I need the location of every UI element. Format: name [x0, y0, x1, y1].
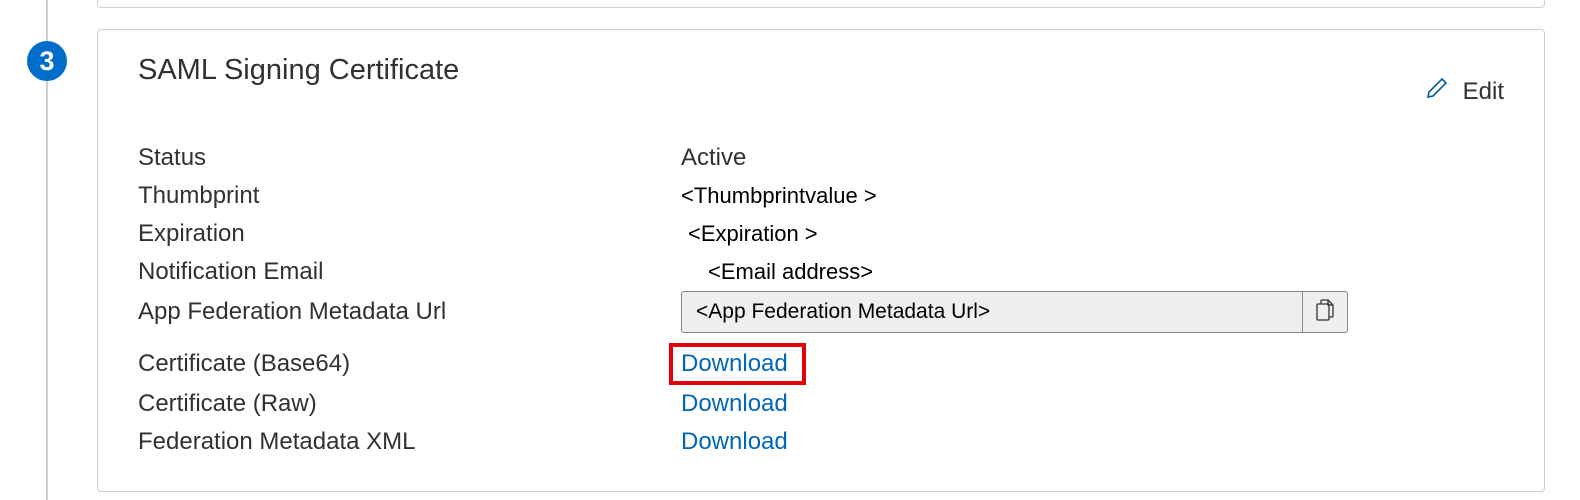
label-metadata-url: App Federation Metadata Url [138, 298, 681, 326]
label-fed-metadata-xml: Federation Metadata XML [138, 428, 681, 456]
metadata-url-input-group: <App Federation Metadata Url> [681, 291, 1348, 333]
copy-button[interactable] [1302, 291, 1348, 333]
metadata-url-input[interactable]: <App Federation Metadata Url> [681, 291, 1302, 333]
download-cert-raw-link[interactable]: Download [681, 390, 788, 418]
value-notification-email: <Email address> [681, 259, 873, 285]
download-cert-base64-link[interactable]: Download [681, 350, 788, 377]
label-expiration: Expiration [138, 220, 681, 248]
value-expiration: <Expiration > [681, 221, 818, 247]
previous-card-bottom [97, 0, 1545, 8]
row-metadata-url: App Federation Metadata Url <App Federat… [138, 291, 1504, 333]
row-fed-metadata-xml: Federation Metadata XML Download [138, 423, 1504, 461]
label-status: Status [138, 144, 681, 172]
value-status: Active [681, 144, 746, 172]
edit-label: Edit [1463, 78, 1504, 106]
fields-list: Status Active Thumbprint <Thumbprintvalu… [138, 139, 1504, 461]
row-expiration: Expiration <Expiration > [138, 215, 1504, 253]
edit-button[interactable]: Edit [1425, 76, 1504, 107]
row-thumbprint: Thumbprint <Thumbprintvalue > [138, 177, 1504, 215]
row-status: Status Active [138, 139, 1504, 177]
value-thumbprint: <Thumbprintvalue > [681, 183, 877, 209]
label-thumbprint: Thumbprint [138, 182, 681, 210]
download-fed-metadata-xml-link[interactable]: Download [681, 428, 788, 456]
label-notification-email: Notification Email [138, 258, 681, 286]
card-header: SAML Signing Certificate Edit [138, 54, 1504, 107]
label-cert-base64: Certificate (Base64) [138, 350, 681, 378]
label-cert-raw: Certificate (Raw) [138, 390, 681, 418]
pencil-icon [1425, 76, 1449, 107]
saml-signing-certificate-card: SAML Signing Certificate Edit Status Act… [97, 29, 1545, 492]
row-notification-email: Notification Email <Email address> [138, 253, 1504, 291]
highlight-box: Download [669, 343, 806, 385]
row-cert-base64: Certificate (Base64) Download [138, 343, 1504, 385]
row-cert-raw: Certificate (Raw) Download [138, 385, 1504, 423]
step-badge: 3 [27, 41, 67, 81]
card-title: SAML Signing Certificate [138, 54, 459, 87]
copy-icon [1315, 299, 1335, 326]
